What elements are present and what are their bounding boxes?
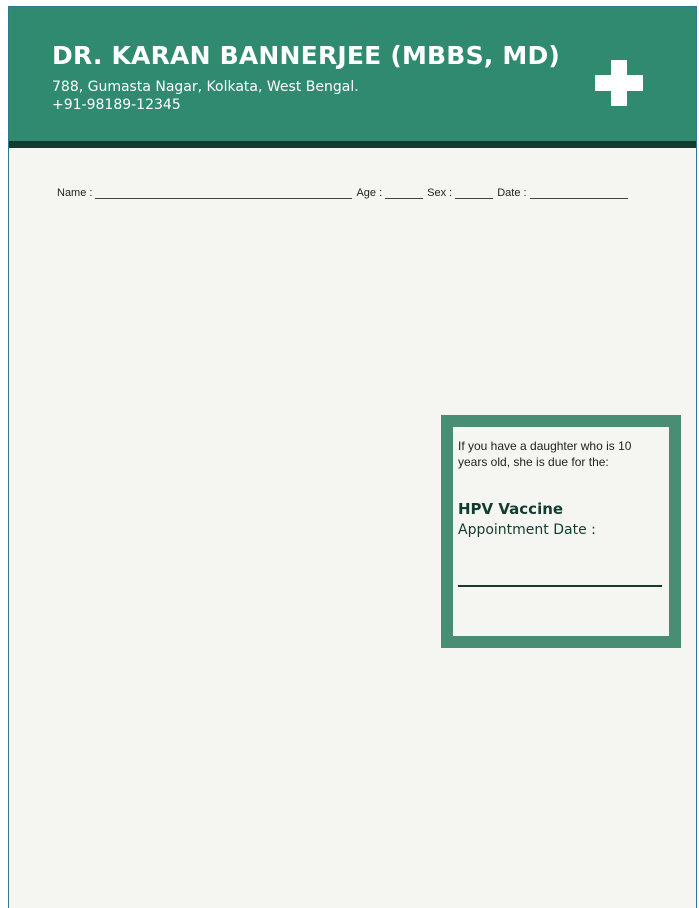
header-divider	[9, 141, 696, 148]
prescription-page: DR. KARAN BANNERJEE (MBBS, MD) 788, Guma…	[8, 6, 697, 908]
name-label: Name :	[57, 187, 93, 199]
age-label: Age :	[356, 187, 383, 199]
clinic-phone: +91-98189-12345	[52, 97, 181, 113]
sex-field[interactable]	[455, 186, 494, 199]
date-label: Date :	[497, 187, 527, 199]
hpv-vaccine-reminder: If you have a daughter who is 10 years o…	[441, 415, 681, 648]
doctor-name: DR. KARAN BANNERJEE (MBBS, MD)	[52, 41, 561, 70]
date-field[interactable]	[529, 186, 628, 199]
vaccine-title: HPV Vaccine	[458, 500, 564, 518]
age-field[interactable]	[385, 186, 424, 199]
letterhead-header: DR. KARAN BANNERJEE (MBBS, MD) 788, Guma…	[9, 7, 696, 141]
reminder-panel: If you have a daughter who is 10 years o…	[453, 427, 669, 636]
reminder-message: If you have a daughter who is 10 years o…	[458, 439, 632, 469]
name-field[interactable]	[95, 186, 353, 199]
appointment-date-field[interactable]	[458, 585, 662, 587]
sex-label: Sex :	[427, 187, 453, 199]
clinic-address: 788, Gumasta Nagar, Kolkata, West Bengal…	[52, 79, 359, 95]
appointment-date-label: Appointment Date :	[458, 522, 596, 538]
patient-details-row: Name : Age : Sex : Date :	[57, 186, 632, 199]
medical-cross-icon	[595, 60, 643, 106]
